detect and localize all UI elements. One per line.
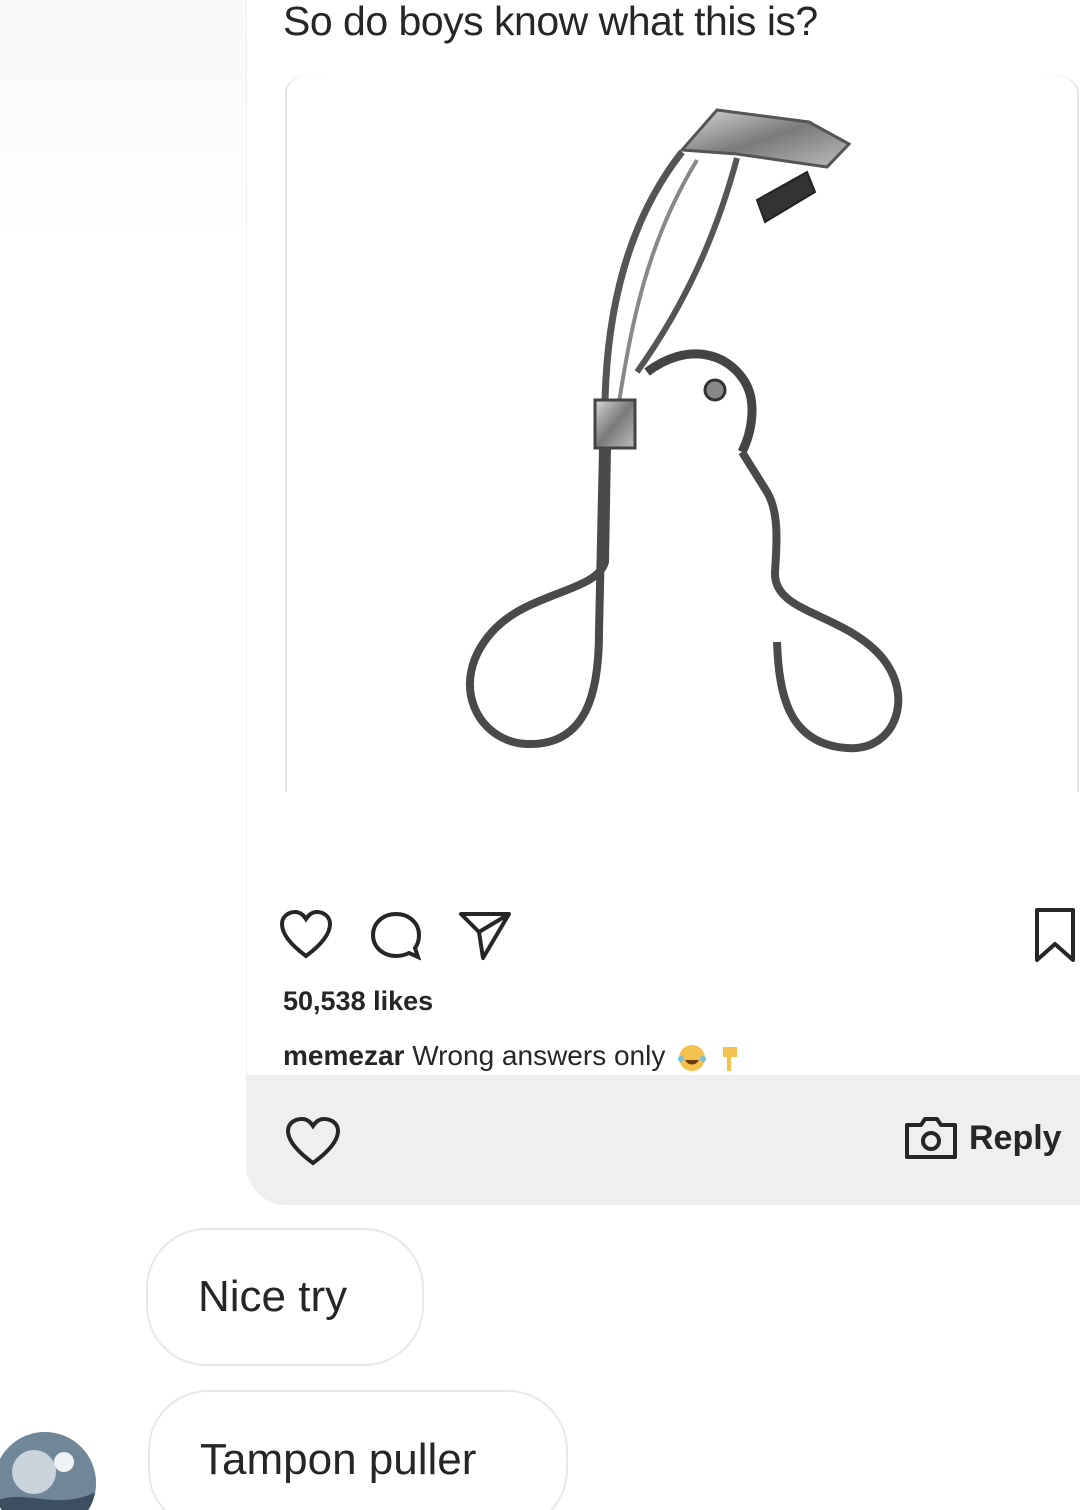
story-reply-bar: Reply — [247, 1075, 1080, 1205]
message-text: Nice try — [198, 1272, 348, 1321]
post-caption: memezar Wrong answers only — [283, 1040, 741, 1073]
caption-username[interactable]: memezar — [283, 1040, 404, 1071]
shared-post-card[interactable]: So do boys know what this is? 50,538 lik… — [246, 0, 1080, 1205]
face-with-tears-of-joy-icon — [678, 1044, 707, 1071]
caption-text: Wrong answers only — [412, 1040, 666, 1071]
share-icon[interactable] — [457, 910, 513, 962]
avatar-image — [0, 1432, 96, 1510]
pointing-down-icon — [722, 1046, 737, 1071]
avatar[interactable] — [0, 1432, 96, 1510]
eyelash-curler-image — [465, 108, 903, 753]
comment-icon[interactable] — [369, 910, 423, 962]
background-fade — [0, 0, 246, 240]
camera-icon — [905, 1117, 957, 1159]
post-image[interactable] — [285, 72, 1079, 792]
heart-icon[interactable] — [279, 910, 333, 960]
message-text: Tampon puller — [200, 1435, 477, 1484]
reply-label: Reply — [969, 1118, 1062, 1157]
message-bubble[interactable]: Nice try — [146, 1228, 424, 1366]
message-bubble[interactable]: Tampon puller — [148, 1390, 568, 1510]
likes-count: 50,538 likes — [283, 986, 434, 1016]
reply-heart-icon[interactable] — [285, 1117, 341, 1167]
post-title: So do boys know what this is? — [283, 0, 818, 44]
reply-button[interactable]: Reply — [903, 1113, 1062, 1163]
bookmark-icon[interactable] — [1033, 906, 1077, 964]
